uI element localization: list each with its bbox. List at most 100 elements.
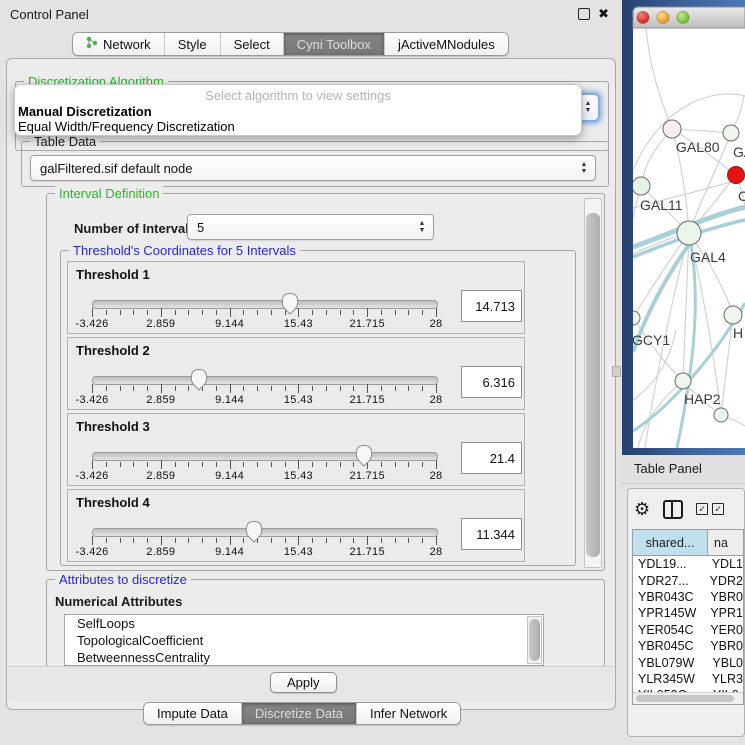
attribute-item-betweennesscentrality[interactable]: BetweennessCentrality <box>65 649 543 666</box>
cell-shared-name[interactable]: YDL19... <box>633 557 706 571</box>
major-tick <box>92 308 93 317</box>
tab-cyni-toolbox[interactable]: Cyni Toolbox <box>283 33 384 55</box>
threshold-label: Threshold 3 <box>76 419 150 434</box>
attribute-item-topologicalcoefficient[interactable]: TopologicalCoefficient <box>65 632 543 649</box>
table-row[interactable]: YER054CYER0 <box>633 622 743 638</box>
minor-tick <box>408 462 409 467</box>
node-top-right[interactable] <box>723 125 739 141</box>
tab-select[interactable]: Select <box>220 33 283 55</box>
node-gal80[interactable] <box>663 120 681 138</box>
scale-label: 21.715 <box>345 318 389 330</box>
tab-style[interactable]: Style <box>164 33 220 55</box>
node-red-selected[interactable] <box>728 167 745 184</box>
table-data-select[interactable]: galFiltered.sif default node ▲▼ <box>30 155 596 181</box>
scale-label: 15.43 <box>276 546 320 558</box>
number-of-intervals-select[interactable]: 5 ▲▼ <box>187 214 434 240</box>
table-row[interactable]: YLR345WYLR3 <box>633 671 743 687</box>
cell-name[interactable]: YDR2 <box>704 574 743 588</box>
threshold-slider-track[interactable] <box>92 452 438 461</box>
threshold-value: 14.713 <box>475 299 515 314</box>
threshold-slider-track[interactable] <box>92 528 438 537</box>
gear-icon[interactable]: ⚙ <box>634 500 650 518</box>
node-hap2[interactable] <box>675 373 691 389</box>
column-header-shared-name[interactable]: shared... <box>633 530 708 555</box>
pane-divider-handle[interactable] <box>612 366 621 377</box>
minimize-traffic-light[interactable] <box>657 12 669 24</box>
cell-name[interactable]: YDL1 <box>706 557 743 571</box>
threshold-slider-thumb[interactable] <box>355 444 373 468</box>
threshold-coordinates-title: Threshold's Coordinates for 5 Intervals <box>69 243 300 258</box>
table-row[interactable]: YBL079WYBL0 <box>633 654 743 670</box>
algorithm-item-manual[interactable]: Manual Discretization <box>18 104 152 119</box>
network-titlebar[interactable] <box>633 7 745 28</box>
scale-label: 28 <box>414 470 458 482</box>
cell-name[interactable]: YBR0 <box>704 590 743 604</box>
table-hscrollbar-thumb[interactable] <box>636 695 734 702</box>
numerical-attributes-list[interactable]: SelfLoopsTopologicalCoefficientBetweenne… <box>64 614 544 666</box>
checkbox-icon-1[interactable]: ✓ <box>696 503 708 515</box>
node-gal4[interactable] <box>677 221 701 245</box>
tab-jactivemnodules[interactable]: jActiveMNodules <box>384 33 508 55</box>
minor-tick <box>271 310 272 315</box>
algorithm-placeholder-item[interactable]: Select algorithm to view settings <box>15 88 581 103</box>
threshold-panel-3: Threshold 3-3.4262.8599.14415.4321.71528… <box>67 413 525 486</box>
close-traffic-light[interactable] <box>637 12 649 24</box>
threshold-value-field[interactable]: 14.713 <box>461 290 522 322</box>
cell-name[interactable]: YLR3 <box>706 672 743 686</box>
minor-tick <box>422 538 423 543</box>
table-row[interactable]: YPR145WYPR1 <box>633 605 743 621</box>
checkbox-icon-2[interactable]: ✓ <box>712 503 724 515</box>
zoom-traffic-light[interactable] <box>677 12 689 24</box>
cell-name[interactable]: YER0 <box>704 623 743 637</box>
tab-network[interactable]: Network <box>73 33 164 55</box>
column-header-name[interactable]: na <box>708 530 743 555</box>
cell-shared-name[interactable]: YBR045C <box>633 639 704 653</box>
node-bottom[interactable] <box>714 408 728 422</box>
tab-impute-data[interactable]: Impute Data <box>144 703 241 724</box>
threshold-slider-thumb[interactable] <box>190 368 208 392</box>
tab-infer-network[interactable]: Infer Network <box>356 703 460 724</box>
threshold-slider-thumb[interactable] <box>281 292 299 316</box>
cell-shared-name[interactable]: YBL079W <box>633 656 706 670</box>
algorithm-item-equal-width[interactable]: Equal Width/Frequency Discretization <box>18 119 235 134</box>
major-tick <box>161 460 162 469</box>
scale-label: 15.43 <box>276 394 320 406</box>
interval-scrollbar[interactable] <box>584 198 602 568</box>
node-gal11[interactable] <box>632 177 650 195</box>
cell-name[interactable]: YBR0 <box>704 639 743 653</box>
interval-scrollbar-thumb[interactable] <box>586 213 600 557</box>
minor-tick <box>147 462 148 467</box>
minor-tick <box>408 386 409 391</box>
cell-shared-name[interactable]: YER054C <box>633 623 704 637</box>
attribute-item-selfloops[interactable]: SelfLoops <box>65 615 543 632</box>
threshold-slider-thumb[interactable] <box>245 520 263 544</box>
node-table[interactable]: shared... na YDL19...YDL1YDR27...YDR2YBR… <box>632 529 744 705</box>
network-view-window[interactable]: GAL80 GAL11 GAL4 GCY1 HAP2 GA C H <box>622 0 745 455</box>
cell-shared-name[interactable]: YDR27... <box>633 574 704 588</box>
threshold-value-field[interactable]: 6.316 <box>461 366 522 398</box>
columns-icon[interactable] <box>663 500 683 519</box>
tab-discretize-data[interactable]: Discretize Data <box>241 703 356 724</box>
apply-button[interactable]: Apply <box>270 672 337 693</box>
node-right-mid[interactable] <box>724 306 742 324</box>
threshold-slider-track[interactable] <box>92 376 438 385</box>
cell-shared-name[interactable]: YBR043C <box>633 590 704 604</box>
attributes-scrollbar-thumb[interactable] <box>529 619 540 661</box>
table-row[interactable]: YBR043CYBR0 <box>633 589 743 605</box>
table-horizontal-scrollbar[interactable] <box>633 692 743 705</box>
cell-name[interactable]: YBL0 <box>706 656 743 670</box>
threshold-value-field[interactable]: 11.344 <box>461 518 522 550</box>
threshold-value-field[interactable]: 21.4 <box>461 442 522 474</box>
close-icon[interactable]: ✖ <box>598 8 609 20</box>
float-window-icon[interactable] <box>578 8 590 20</box>
table-row[interactable]: YDL19...YDL1 <box>633 556 743 572</box>
major-tick <box>161 384 162 393</box>
threshold-slider-track[interactable] <box>92 300 438 309</box>
attributes-scrollbar[interactable] <box>527 616 542 664</box>
table-row[interactable]: YBR045CYBR0 <box>633 638 743 654</box>
table-row[interactable]: YDR27...YDR2 <box>633 572 743 588</box>
cell-shared-name[interactable]: YLR345W <box>633 672 706 686</box>
minor-tick <box>202 462 203 467</box>
cell-shared-name[interactable]: YPR145W <box>633 606 704 620</box>
cell-name[interactable]: YPR1 <box>704 606 743 620</box>
